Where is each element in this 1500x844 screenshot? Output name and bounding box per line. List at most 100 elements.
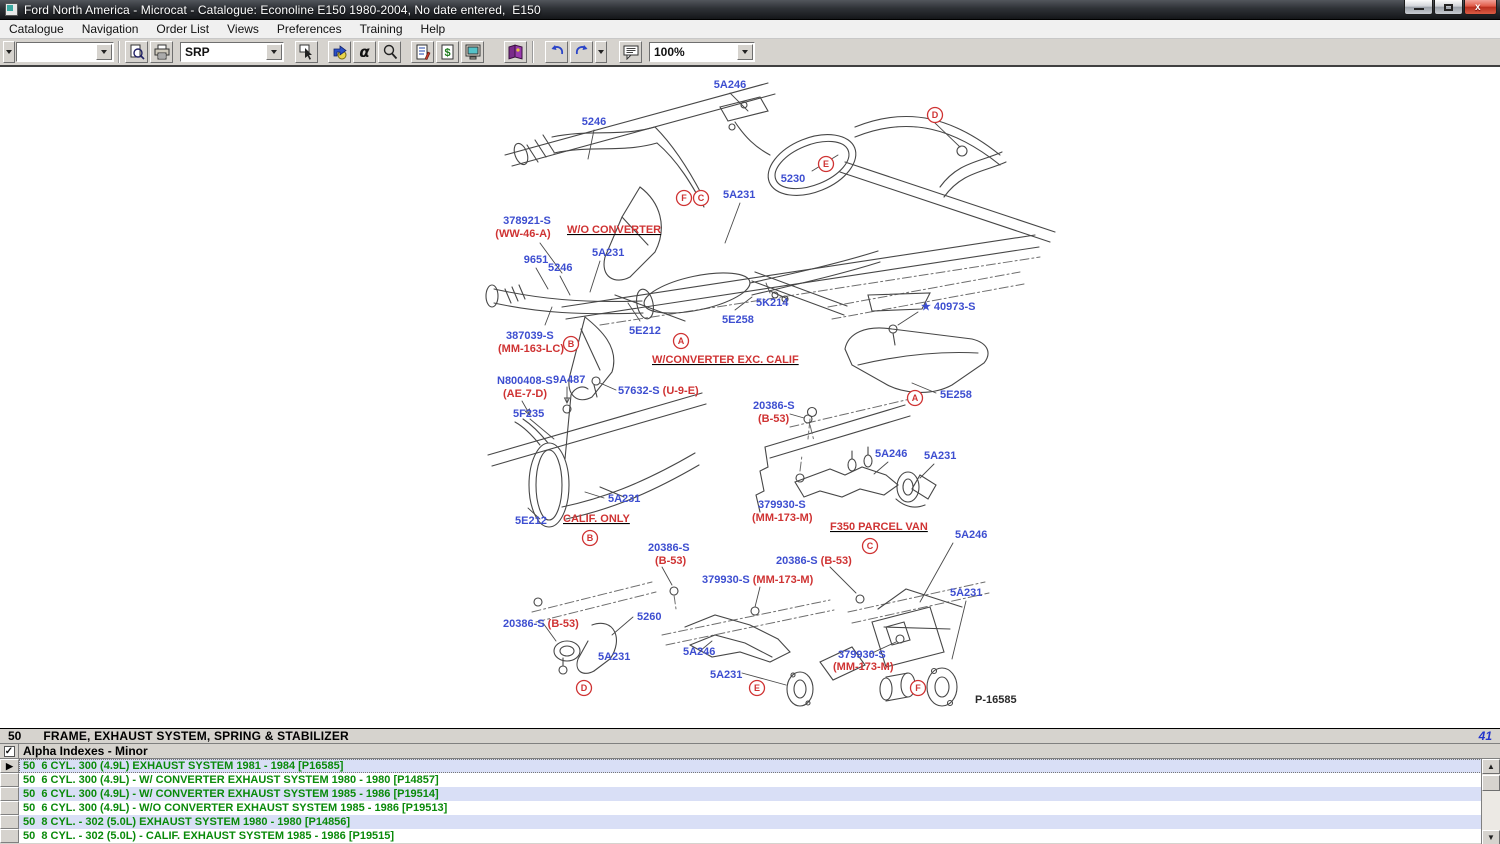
undo-button[interactable] — [545, 41, 568, 63]
part-label[interactable]: 379930-S — [838, 649, 886, 661]
toolbar-overflow-button[interactable] — [3, 41, 15, 63]
alpha-index-button[interactable]: α — [353, 41, 376, 63]
part-label[interactable]: (B-53) — [758, 413, 790, 425]
print-preview-button[interactable] — [125, 41, 148, 63]
part-label[interactable]: 379930-S (MM-173-M) — [702, 574, 814, 586]
part-label[interactable]: 20386-S — [648, 542, 690, 554]
part-label[interactable]: 5246 — [548, 262, 572, 274]
book-help-button[interactable] — [504, 41, 527, 63]
index-row[interactable]: 50 8 CYL. - 302 (5.0L) EXHAUST SYSTEM 19… — [0, 815, 1500, 829]
index-row[interactable]: 50 6 CYL. 300 (4.9L) - W/O CONVERTER EXH… — [0, 801, 1500, 815]
undo-history-button[interactable] — [595, 41, 607, 63]
maximize-button[interactable] — [1434, 0, 1463, 15]
part-label[interactable]: 5260 — [637, 611, 661, 623]
print-button[interactable] — [150, 41, 173, 63]
part-label[interactable]: 20386-S (B-53) — [503, 618, 579, 630]
close-button[interactable]: x — [1464, 0, 1497, 15]
part-label[interactable]: 5A231 — [924, 450, 956, 462]
menu-navigation[interactable]: Navigation — [73, 21, 148, 37]
menu-preferences[interactable]: Preferences — [268, 21, 351, 37]
part-label[interactable]: 9651 — [524, 254, 548, 266]
navigate-parts-button[interactable] — [328, 41, 351, 63]
part-label[interactable]: 5A231 — [598, 651, 630, 663]
part-label[interactable]: 5E212 — [629, 325, 661, 337]
part-label[interactable]: 5A246 — [683, 646, 715, 658]
part-label[interactable]: 5A246 — [875, 448, 907, 460]
order-list-button[interactable] — [411, 41, 434, 63]
part-label[interactable]: 5E258 — [722, 314, 754, 326]
notes-button[interactable] — [619, 41, 642, 63]
scroll-up-button[interactable]: ▲ — [1482, 759, 1500, 774]
part-label[interactable]: 5A231 — [592, 247, 624, 259]
zoom-combo-arrow[interactable] — [737, 44, 753, 60]
part-label[interactable]: (MM-163-LC) — [498, 343, 564, 355]
part-label[interactable]: 5E258 — [940, 389, 972, 401]
part-label[interactable]: F350 PARCEL VAN — [830, 521, 928, 533]
part-label[interactable]: 57632-S (U-9-E) — [618, 385, 699, 397]
menu-catalogue[interactable]: Catalogue — [0, 21, 73, 37]
part-label[interactable]: (AE-7-D) — [503, 388, 547, 400]
vehicle-combo-arrow[interactable] — [96, 44, 112, 60]
price-type-combo[interactable]: SRP — [180, 42, 284, 62]
select-pointer-button[interactable] — [295, 41, 318, 63]
redo-button[interactable] — [570, 41, 593, 63]
callout-letter: B — [568, 339, 575, 349]
screen-view-button[interactable] — [461, 41, 484, 63]
part-label[interactable]: W/O CONVERTER — [567, 224, 661, 236]
part-label[interactable]: 5F235 — [513, 408, 544, 420]
close-icon: x — [1475, 2, 1481, 13]
part-label[interactable]: 5246 — [582, 116, 606, 128]
part-label[interactable]: 5A246 — [714, 79, 746, 91]
menu-views[interactable]: Views — [218, 21, 268, 37]
row-gutter[interactable] — [0, 773, 19, 787]
scrollbar-thumb[interactable] — [1482, 775, 1500, 791]
part-label[interactable]: 5A231 — [608, 493, 640, 505]
part-label[interactable]: (B-53) — [655, 555, 687, 567]
exhaust-diagram[interactable]: 5A246 5246 5230 5A231 378921-S(WW-46-A) W/O C… — [0, 67, 1500, 728]
part-label[interactable]: (WW-46-A) — [495, 228, 551, 240]
vertical-scrollbar[interactable]: ▲ ▼ — [1481, 759, 1500, 844]
row-gutter[interactable] — [0, 815, 19, 829]
alpha-index-checkbox[interactable]: ✓ — [4, 746, 15, 757]
index-row[interactable]: 50 6 CYL. 300 (4.9L) - W/ CONVERTER EXHA… — [0, 773, 1500, 787]
part-label[interactable]: 9A487 — [553, 374, 585, 386]
minimize-button[interactable] — [1404, 0, 1433, 15]
part-label[interactable]: 5A246 — [955, 529, 987, 541]
part-label[interactable]: P-16585 — [975, 694, 1017, 706]
part-label[interactable]: 5A231 — [950, 587, 982, 599]
part-label[interactable]: 378921-S — [503, 215, 551, 227]
part-label[interactable]: W/CONVERTER EXC. CALIF — [652, 354, 799, 366]
vehicle-combo[interactable] — [16, 42, 114, 62]
menu-help[interactable]: Help — [412, 21, 455, 37]
magnifier-button[interactable] — [378, 41, 401, 63]
part-label[interactable]: 20386-S — [753, 400, 795, 412]
part-label[interactable]: N800408-S — [497, 375, 553, 387]
part-label[interactable]: (MM-173-M) — [752, 512, 813, 524]
index-row[interactable]: 50 8 CYL. - 302 (5.0L) - CALIF. EXHAUST … — [0, 829, 1500, 843]
price-type-arrow[interactable] — [266, 44, 282, 60]
part-label[interactable]: 5230 — [781, 173, 805, 185]
zoom-combo[interactable]: 100% — [649, 42, 755, 62]
part-label[interactable]: CALIF. ONLY — [563, 513, 630, 525]
menu-order-list[interactable]: Order List — [147, 21, 218, 37]
part-label[interactable]: 387039-S — [506, 330, 554, 342]
index-row[interactable]: ▶50 6 CYL. 300 (4.9L) EXHAUST SYSTEM 198… — [0, 759, 1500, 773]
part-label[interactable]: 5E212 — [515, 515, 547, 527]
scroll-down-button[interactable]: ▼ — [1482, 830, 1500, 844]
row-gutter[interactable] — [0, 801, 19, 815]
index-row-text: 50 6 CYL. 300 (4.9L) EXHAUST SYSTEM 1981… — [19, 759, 1500, 773]
part-label[interactable]: 5A231 — [710, 669, 742, 681]
part-label[interactable]: 5K214 — [756, 297, 789, 309]
pricing-button[interactable]: $ — [436, 41, 459, 63]
part-label[interactable]: ★ 40973-S — [921, 301, 976, 313]
row-gutter[interactable] — [0, 787, 19, 801]
chevron-down-icon — [6, 50, 12, 54]
menu-training[interactable]: Training — [351, 21, 412, 37]
part-label[interactable]: 5A231 — [723, 189, 755, 201]
part-label[interactable]: (MM-173-M) — [833, 661, 894, 673]
current-row-indicator[interactable]: ▶ — [0, 759, 19, 773]
part-label[interactable]: 20386-S (B-53) — [776, 555, 852, 567]
part-label[interactable]: 379930-S — [758, 499, 806, 511]
row-gutter[interactable] — [0, 829, 19, 843]
index-row[interactable]: 50 6 CYL. 300 (4.9L) - W/ CONVERTER EXHA… — [0, 787, 1500, 801]
